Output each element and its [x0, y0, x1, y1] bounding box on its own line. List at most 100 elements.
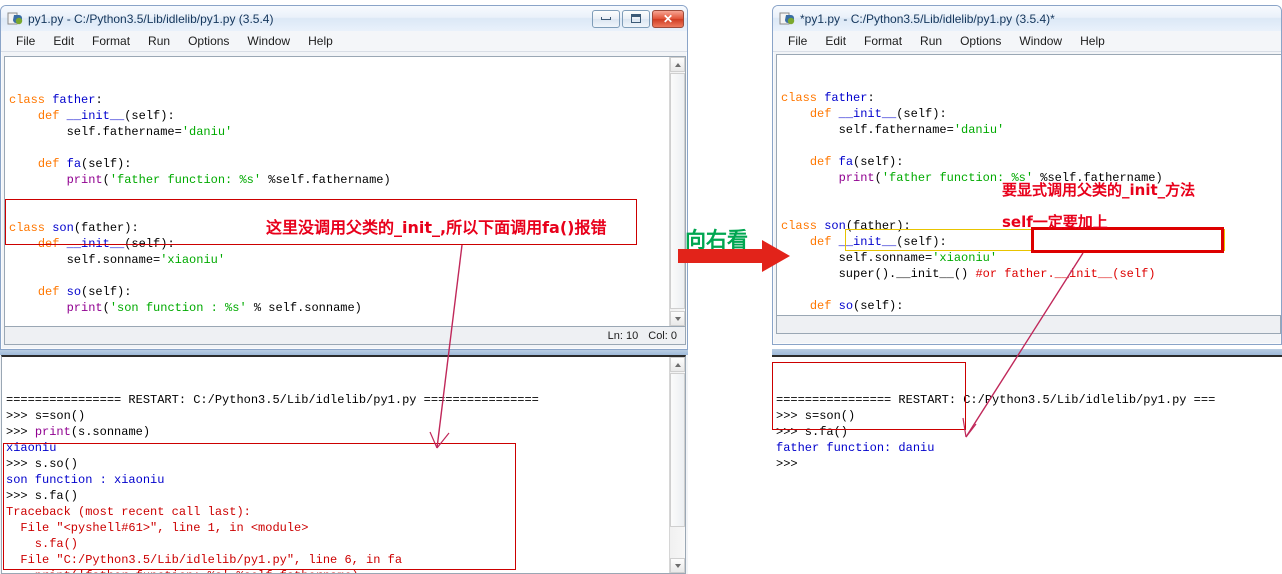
code-line: father function: daniu	[776, 440, 1282, 456]
code-line: print('son function : %s' % self.sonname…	[9, 300, 685, 316]
scroll-up-arrow-icon[interactable]	[670, 57, 685, 72]
code-token: File "<pyshell#61>", line 1, in <module>	[6, 521, 309, 535]
code-token: #or father.__init__(self)	[975, 267, 1156, 281]
maximize-button[interactable]	[622, 9, 650, 28]
code-token: (father):	[73, 221, 139, 235]
menu-edit[interactable]: Edit	[816, 33, 855, 49]
close-button[interactable]: ✕	[652, 9, 684, 28]
code-token: def	[809, 299, 832, 313]
right-window-titlebar[interactable]: *py1.py - C:/Python3.5/Lib/idlelib/py1.p…	[773, 6, 1281, 31]
code-token: self.fathername=	[9, 125, 182, 139]
menu-options[interactable]: Options	[179, 33, 238, 49]
code-token: father	[52, 93, 96, 107]
code-token: self.sonname=	[781, 251, 933, 265]
code-token: (self):	[124, 109, 175, 123]
menu-window[interactable]: Window	[238, 33, 299, 49]
code-line: print('father function: %s' %self.father…	[6, 568, 685, 573]
code-token: (self):	[896, 107, 947, 121]
left-editor-text-area[interactable]: class father: def __init__(self): self.f…	[4, 56, 686, 327]
code-token: >>> s.fa()	[776, 425, 849, 439]
menu-run[interactable]: Run	[139, 33, 179, 49]
code-line: def fa(self):	[9, 156, 685, 172]
menu-edit[interactable]: Edit	[44, 33, 83, 49]
code-token: (self):	[124, 237, 175, 251]
code-token: def	[809, 107, 832, 121]
right-annotation-text-2: self一定要加上	[1002, 213, 1108, 231]
code-line: xiaoniu	[6, 440, 685, 456]
code-token: fa	[66, 157, 82, 171]
left-shell-text-area[interactable]: ================ RESTART: C:/Python3.5/L…	[1, 355, 686, 574]
code-token: :	[95, 93, 103, 107]
code-line: self.sonname='xiaoniu'	[9, 252, 685, 268]
code-line: def so(self):	[9, 284, 685, 300]
code-token: (self):	[853, 155, 904, 169]
menu-format[interactable]: Format	[83, 33, 139, 49]
menu-help[interactable]: Help	[299, 33, 342, 49]
code-line: def __init__(self):	[781, 106, 1281, 122]
left-window-title: py1.py - C:/Python3.5/Lib/idlelib/py1.py…	[28, 11, 274, 26]
code-line: def __init__(self):	[781, 234, 1281, 250]
right-annotation-text-1: 要显式调用父类的_init_方法	[1002, 181, 1196, 199]
menu-format[interactable]: Format	[855, 33, 911, 49]
code-token: print('father function: %s' %self.father…	[6, 569, 359, 573]
right-shell-text-area[interactable]: ================ RESTART: C:/Python3.5/L…	[772, 355, 1282, 574]
code-token: print	[66, 173, 103, 187]
left-editor-vertical-scrollbar[interactable]	[669, 57, 685, 326]
code-token: son	[52, 221, 74, 235]
scrollbar-thumb[interactable]	[670, 73, 685, 309]
menu-file[interactable]: File	[779, 33, 816, 49]
scroll-down-arrow-icon[interactable]	[670, 558, 685, 573]
code-token: s.fa()	[6, 537, 79, 551]
menu-file[interactable]: File	[7, 33, 44, 49]
left-idle-editor-window: py1.py - C:/Python3.5/Lib/idlelib/py1.py…	[0, 5, 688, 350]
left-shell-vertical-scrollbar[interactable]	[669, 357, 685, 573]
screenshot-root: py1.py - C:/Python3.5/Lib/idlelib/py1.py…	[0, 0, 1282, 574]
code-line: self.sonname='xiaoniu'	[781, 250, 1281, 266]
menu-run[interactable]: Run	[911, 33, 951, 49]
code-line: Traceback (most recent call last):	[6, 504, 685, 520]
code-line: >>> s=son()	[6, 408, 685, 424]
code-line: ================ RESTART: C:/Python3.5/L…	[6, 392, 685, 408]
left-window-titlebar[interactable]: py1.py - C:/Python3.5/Lib/idlelib/py1.py…	[1, 6, 687, 31]
right-window-title: *py1.py - C:/Python3.5/Lib/idlelib/py1.p…	[800, 11, 1055, 26]
minimize-button[interactable]	[592, 9, 620, 28]
code-token: def	[809, 155, 832, 169]
right-editor-status-bar	[776, 316, 1281, 334]
scroll-down-arrow-icon[interactable]	[670, 311, 685, 326]
code-token: __init__	[66, 109, 125, 123]
code-line: >>> s=son()	[776, 408, 1282, 424]
scrollbar-thumb[interactable]	[670, 373, 685, 527]
code-token: File "C:/Python3.5/Lib/idlelib/py1.py", …	[6, 553, 403, 567]
code-line: super().__init__() #or father.__init__(s…	[781, 266, 1281, 282]
menu-help[interactable]: Help	[1071, 33, 1114, 49]
code-token: 'son function : %s'	[109, 301, 247, 315]
left-idle-shell-window: ================ RESTART: C:/Python3.5/L…	[0, 355, 688, 574]
code-line: File "<pyshell#61>", line 1, in <module>	[6, 520, 685, 536]
code-token: (	[102, 301, 110, 315]
code-token: so	[66, 285, 82, 299]
code-token: 'daniu'	[181, 125, 233, 139]
scroll-up-arrow-icon[interactable]	[670, 357, 685, 372]
menu-window[interactable]: Window	[1010, 33, 1071, 49]
code-token: 'xiaoniu'	[932, 251, 998, 265]
close-icon: ✕	[662, 11, 674, 26]
menu-options[interactable]: Options	[951, 33, 1010, 49]
status-column-number: Col: 0	[648, 329, 677, 342]
code-token: father function: daniu	[776, 441, 935, 455]
